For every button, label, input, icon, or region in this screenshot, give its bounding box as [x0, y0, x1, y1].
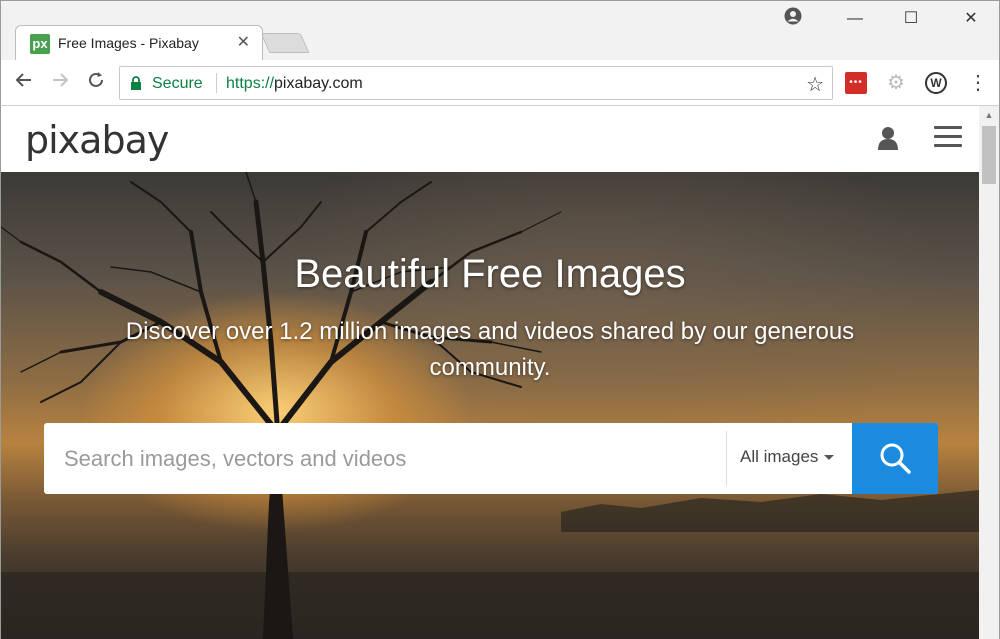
url-scheme: https:// [226, 75, 275, 92]
url-host: pixabay.com [274, 75, 363, 92]
menu-dots-icon[interactable]: ⋮ [967, 72, 989, 94]
tab-close-icon[interactable]: ✕ [237, 34, 250, 52]
media-type-label: All images [740, 447, 819, 466]
browser-tab[interactable]: px Free Images - Pixabay ✕ [15, 25, 263, 61]
forward-arrow-icon[interactable] [47, 70, 73, 96]
pixabay-page: pixabay Beautiful Free Images Discover o… [1, 106, 979, 639]
media-type-dropdown[interactable]: All images [740, 447, 835, 467]
site-header: pixabay [1, 106, 979, 172]
tree-silhouette-image [1, 172, 979, 639]
minimize-button[interactable]: — [843, 7, 867, 31]
hero-title: Beautiful Free Images [294, 252, 686, 296]
hamburger-menu-icon[interactable] [934, 126, 962, 148]
star-icon[interactable]: ☆ [806, 72, 824, 97]
w-extension-icon[interactable]: W [925, 72, 947, 94]
address-bar[interactable]: Secure https://pixabay.com ☆ [119, 66, 833, 100]
search-icon [880, 443, 911, 474]
omnibox-divider [216, 73, 217, 93]
scroll-thumb[interactable] [982, 126, 996, 184]
new-tab-button[interactable] [260, 33, 310, 53]
close-window-button[interactable]: ✕ [959, 7, 983, 31]
search-button[interactable] [852, 423, 938, 494]
back-arrow-icon[interactable] [11, 70, 37, 96]
page-scrollbar[interactable]: ▲ [979, 106, 999, 639]
tab-title: Free Images - Pixabay [58, 35, 199, 51]
search-divider [726, 431, 727, 486]
secure-label: Secure [152, 75, 203, 92]
hero-banner: Beautiful Free Images Discover over 1.2 … [1, 172, 979, 639]
gear-icon[interactable]: ⚙ [885, 72, 907, 94]
pixabay-logo[interactable]: pixabay [25, 118, 169, 162]
scroll-up-icon[interactable]: ▲ [979, 106, 999, 124]
account-icon[interactable] [781, 7, 805, 33]
user-icon[interactable] [877, 126, 899, 150]
lastpass-extension-icon[interactable]: ••• [845, 72, 867, 94]
pixabay-favicon-icon: px [30, 34, 50, 54]
hero-subtitle: Discover over 1.2 million images and vid… [125, 318, 855, 381]
browser-titlebar: px Free Images - Pixabay ✕ — ☐ ✕ [0, 0, 1000, 61]
browser-toolbar: Secure https://pixabay.com ☆ ••• ⚙ W ⋮ [0, 60, 1000, 106]
reload-icon[interactable] [83, 70, 109, 96]
search-bar: All images [44, 423, 938, 494]
lock-icon [131, 76, 141, 90]
maximize-button[interactable]: ☐ [899, 7, 923, 31]
search-input[interactable] [64, 423, 724, 494]
url-text[interactable]: https://pixabay.com [226, 75, 363, 93]
page-viewport: pixabay Beautiful Free Images Discover o… [0, 106, 1000, 639]
caret-down-icon [824, 455, 835, 461]
